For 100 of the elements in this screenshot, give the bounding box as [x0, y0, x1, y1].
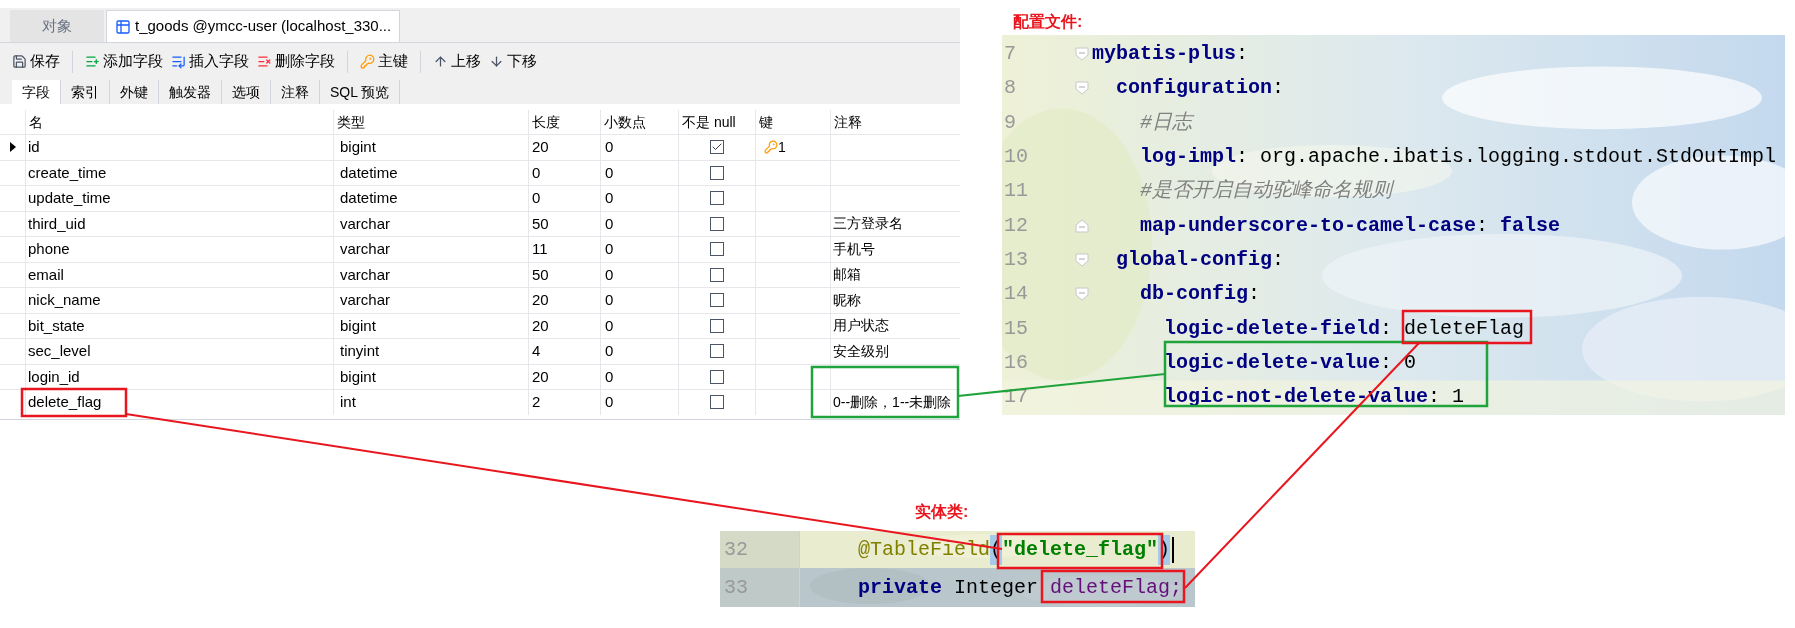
checkbox[interactable] — [710, 165, 724, 180]
table-cell-text: 11 — [531, 239, 548, 259]
checkbox[interactable] — [710, 191, 724, 206]
annotation-label: 实体类: — [915, 502, 969, 522]
checkbox[interactable] — [710, 344, 724, 359]
checkbox[interactable] — [710, 267, 724, 282]
checkbox[interactable] — [710, 140, 724, 155]
toolbar-button[interactable]: 插入字段 — [171, 50, 249, 73]
column-header: 长度 — [531, 112, 560, 132]
toolbar-button[interactable]: 删除字段 — [257, 50, 335, 73]
table-cell-text: 0 — [604, 188, 614, 208]
table-cell-text: tinyint — [339, 341, 380, 361]
table-cell-text: sec_level — [27, 341, 91, 361]
line-number: 13 — [1003, 246, 1029, 273]
table-cell-text: 昵称 — [832, 290, 861, 310]
code-line: mybatis-plus: — [1092, 41, 1249, 68]
line-number: 16 — [1003, 349, 1029, 376]
document-tab[interactable]: t_goods @ymcc-user (localhost_330... — [106, 10, 401, 42]
table-cell-text: 2 — [531, 392, 541, 412]
line-number: 7 — [1003, 41, 1017, 68]
list-plus-icon — [85, 54, 100, 69]
table-cell-text: update_time — [27, 188, 111, 208]
table-cell-text: 4 — [531, 341, 541, 361]
table-cell-text: 0 — [604, 239, 614, 259]
code-line: configuration: — [1115, 75, 1285, 102]
table-cell-text: datetime — [339, 162, 398, 183]
table-cell-text: login_id — [27, 366, 80, 387]
table-cell-text: int — [339, 392, 356, 412]
column-header: 键 — [758, 112, 773, 132]
line-number: 10 — [1003, 144, 1029, 171]
code-line: map-underscore-to-camel-case: false — [1139, 212, 1561, 239]
table-cell-text: 三方登录名 — [832, 214, 903, 234]
column-header: 小数点 — [603, 112, 646, 132]
table-cell-text: 0 — [604, 315, 614, 336]
text-cursor — [1172, 536, 1175, 563]
table-cell-text: datetime — [339, 188, 398, 208]
table-cell-text: email — [27, 264, 64, 285]
table-cell-text: 20 — [531, 290, 549, 310]
column-header: 不是 null — [681, 112, 736, 132]
table-cell-text: varchar — [339, 239, 391, 259]
table-icon — [115, 18, 131, 35]
code-line: global-config: — [1115, 246, 1285, 273]
key-order: 1 — [778, 137, 786, 157]
list-insert-icon — [171, 54, 186, 69]
code-line: db-config: — [1139, 281, 1261, 308]
document-tab[interactable]: 对象 — [10, 10, 104, 42]
table-cell-text: 0 — [604, 162, 614, 183]
table-cell-text: 0 — [604, 264, 614, 285]
checkbox[interactable] — [710, 318, 724, 333]
table-cell-text: 用户状态 — [832, 316, 889, 336]
checkbox[interactable] — [710, 369, 724, 384]
table-cell-text: varchar — [339, 290, 391, 310]
annotation-label: 配置文件: — [1013, 12, 1083, 32]
table-cell-text: 50 — [531, 213, 549, 234]
key-icon — [360, 54, 375, 69]
table-cell-text: 20 — [531, 315, 549, 336]
line-number: 11 — [1003, 178, 1029, 205]
key-icon — [764, 140, 778, 155]
table-cell-text: 0--删除，1--未删除 — [832, 392, 952, 412]
table-cell-text: create_time — [27, 162, 107, 183]
table-cell-text: 50 — [531, 264, 549, 285]
table-cell-text: 0 — [531, 188, 541, 208]
table-cell-text: varchar — [339, 213, 391, 234]
table-cell-text: 手机号 — [832, 239, 875, 259]
code-line: log-impl: org.apache.ibatis.logging.stdout.StdOutImpl — [1139, 144, 1777, 171]
table-cell-text: 安全级别 — [832, 341, 889, 361]
checkbox[interactable] — [710, 395, 724, 410]
table-cell-text: varchar — [339, 264, 391, 285]
table-cell-text: third_uid — [27, 213, 86, 234]
line-number: 12 — [1003, 212, 1029, 239]
code-line: logic-delete-value: 0 — [1163, 349, 1417, 376]
table-cell-text: 0 — [531, 162, 541, 183]
table-cell-text: 邮箱 — [832, 265, 861, 285]
toolbar-button[interactable]: 保存 — [12, 50, 60, 73]
toolbar-button[interactable]: 添加字段 — [85, 50, 163, 73]
table-cell-text: 0 — [604, 341, 614, 361]
checkbox[interactable] — [710, 242, 724, 257]
list-remove-icon — [257, 54, 272, 69]
table-cell-text: bigint — [339, 366, 376, 387]
table-cell-text: delete_flag — [27, 392, 102, 412]
toolbar-button[interactable]: 主键 — [360, 50, 408, 73]
table-cell-text: 0 — [604, 137, 614, 157]
code-line: private Integer deleteFlag; — [857, 574, 1183, 601]
table-cell-text: phone — [27, 239, 70, 259]
table-cell-text: 20 — [531, 366, 549, 387]
code-line: logic-delete-field: deleteFlag — [1163, 315, 1525, 342]
column-header: 类型 — [336, 112, 365, 132]
line-number: 14 — [1003, 281, 1029, 308]
checkbox[interactable] — [710, 216, 724, 231]
toolbar-button[interactable]: 上移 — [433, 50, 481, 73]
table-cell-text: 0 — [604, 290, 614, 310]
toolbar-button[interactable]: 下移 — [489, 50, 537, 73]
table-cell-text: 20 — [531, 137, 549, 157]
table-cell-text: bit_state — [27, 315, 85, 336]
column-header: 名 — [28, 112, 43, 132]
table-cell-text: nick_name — [27, 290, 101, 310]
sub-tab[interactable]: 字段 — [12, 80, 61, 104]
line-number: 32 — [720, 531, 800, 568]
table-cell-text: id — [27, 137, 40, 157]
checkbox[interactable] — [710, 293, 724, 308]
